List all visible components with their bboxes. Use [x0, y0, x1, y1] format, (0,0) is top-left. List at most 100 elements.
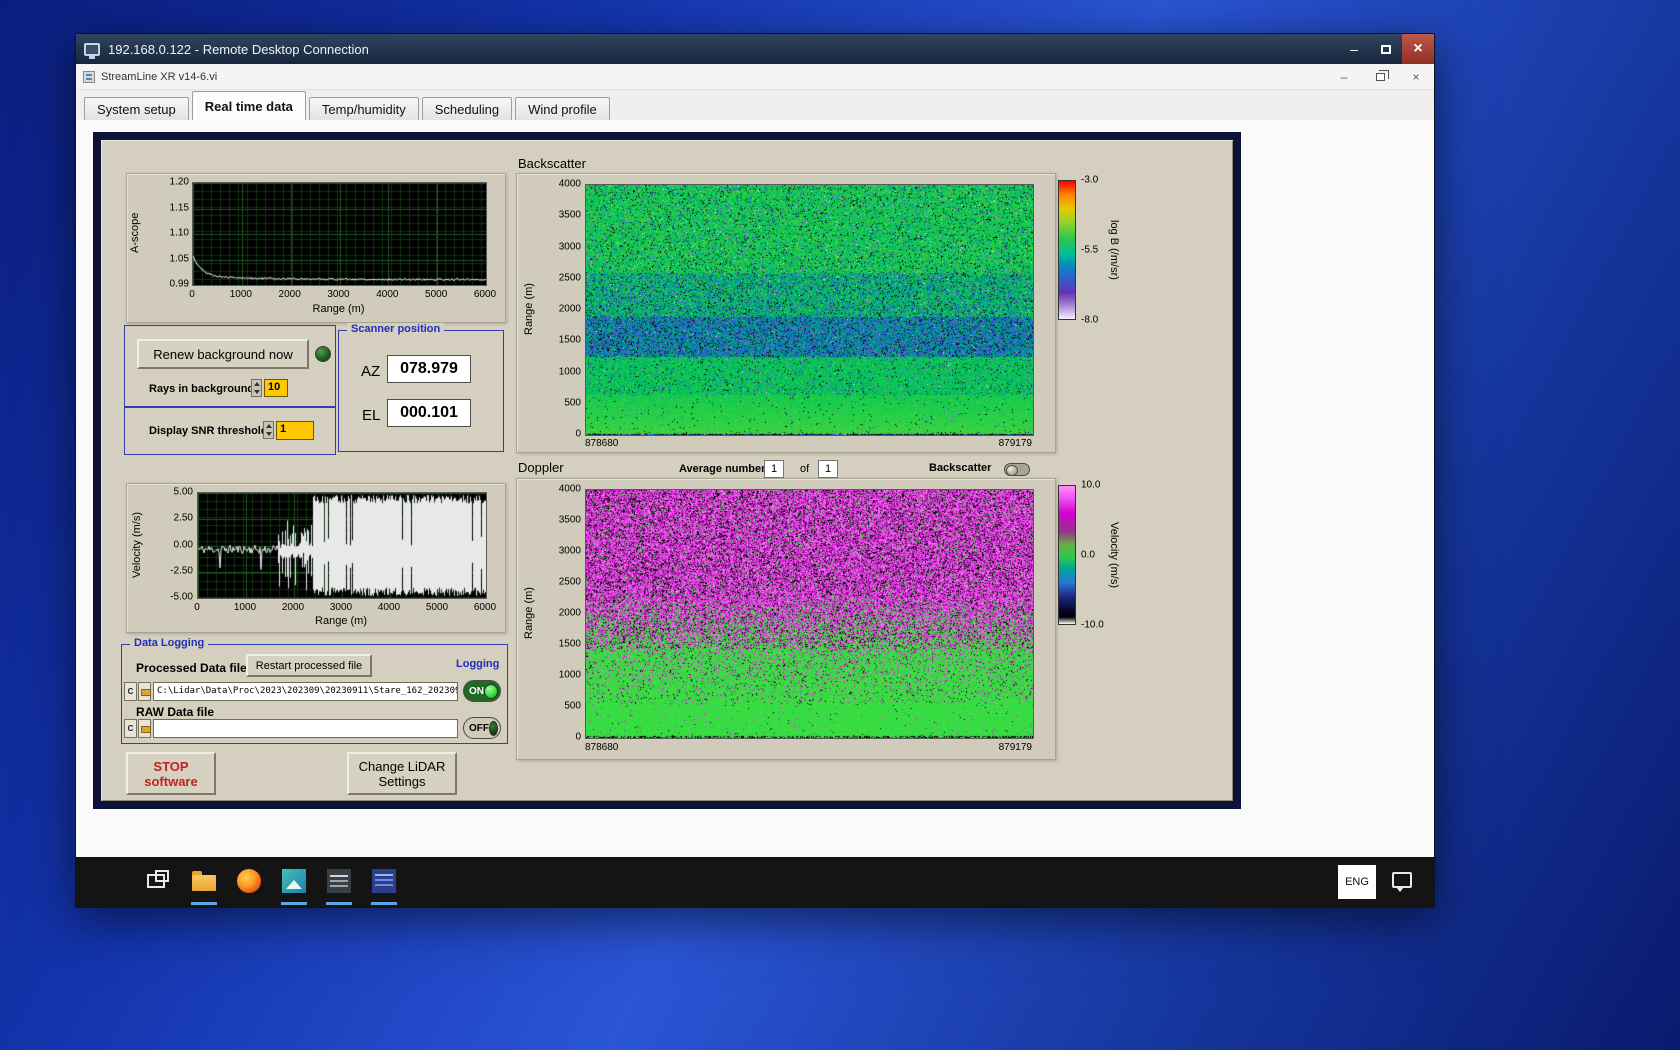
backscatter-heatmap-canvas [586, 185, 1033, 435]
rays-in-background-label: Rays in background [149, 383, 255, 395]
tick-label: 1500 [558, 638, 581, 650]
tab-temp-humidity[interactable]: Temp/humidity [308, 97, 419, 120]
el-value-field[interactable]: 000.101 [387, 399, 471, 427]
renew-background-button[interactable]: Renew background now [137, 339, 309, 369]
file-explorer-active-indicator [191, 902, 217, 905]
tick-label: 4000 [558, 483, 581, 495]
backscatter-y-ticks: 4000 3500 3000 2500 2000 1500 1000 500 0 [539, 179, 581, 440]
language-indicator[interactable]: ENG [1338, 865, 1376, 899]
rdp-maximize-button[interactable] [1370, 34, 1402, 64]
streamline-active-indicator [371, 902, 397, 905]
average-number-label: Average number [679, 463, 766, 475]
raw-path-field[interactable] [153, 719, 458, 738]
firefox-button[interactable] [235, 867, 263, 895]
tick-label: 500 [564, 700, 581, 712]
tick-label: -3.0 [1081, 174, 1099, 186]
tick-label: -5.00 [170, 591, 193, 603]
tick-label: 0.00 [173, 539, 193, 550]
velocity-y-ticks: 5.00 2.50 0.00 -2.50 -5.00 [147, 487, 193, 603]
streamline-app-button[interactable] [370, 867, 398, 895]
tab-real-time-data[interactable]: Real time data [191, 91, 306, 120]
stop-software-button[interactable]: STOP software [126, 752, 216, 795]
doppler-graph: Range (m) 4000 3500 3000 2500 2000 1500 1000 50… [516, 478, 1056, 760]
backscatter-section-title: Backscatter [518, 156, 586, 171]
average-number-field[interactable]: 1 [764, 460, 784, 478]
tab-system-setup[interactable]: System setup [84, 97, 189, 120]
change-line1: Change LiDAR [358, 758, 446, 774]
photos-app-button[interactable] [280, 867, 308, 895]
scan-scheduler-button[interactable] [325, 867, 353, 895]
average-count-field[interactable]: 1 [818, 460, 838, 478]
raw-logging-off-toggle[interactable]: OFF [463, 717, 501, 739]
tick-label: 1000 [558, 669, 581, 681]
task-view-icon [147, 870, 169, 888]
tick-label: 3000 [558, 545, 581, 557]
processed-drive-button[interactable]: C [124, 682, 137, 701]
tick-label: 0 [189, 289, 195, 300]
doppler-section-title: Doppler [518, 460, 564, 475]
tick-label: 2500 [558, 576, 581, 588]
snr-threshold-label: Display SNR threshold [149, 425, 268, 437]
tab-scheduling[interactable]: Scheduling [421, 97, 513, 120]
doppler-x-end: 879179 [998, 742, 1032, 753]
spin-down-icon [265, 432, 272, 436]
tick-label: 4000 [558, 178, 581, 190]
tick-label: 3000 [327, 289, 350, 300]
doppler-colorbar-wrap: 10.0 0.0 -10.0 Velocity (m/s) [1058, 480, 1128, 633]
tick-label: 2500 [558, 272, 581, 284]
tick-label: 2000 [281, 602, 305, 613]
tick-label: 5.00 [173, 486, 193, 498]
ascope-graph: A-scope 1.20 1.15 1.10 1.05 0.99 0 1000 2000 30… [126, 173, 506, 323]
of-label: of [800, 463, 810, 475]
az-value-field[interactable]: 078.979 [387, 355, 471, 383]
task-view-button[interactable] [142, 867, 170, 895]
tab-wind-profile[interactable]: Wind profile [515, 97, 610, 120]
backscatter-colorbar-wrap: -3.0 -5.5 -8.0 log B (/m/sr) [1058, 174, 1128, 328]
processed-data-file-label: Processed Data file [136, 661, 247, 675]
data-logging-title: Data Logging [130, 637, 209, 649]
app-minimize-button[interactable]: – [1326, 64, 1362, 89]
tick-label: 1000 [229, 289, 252, 300]
raw-browse-button[interactable] [138, 719, 151, 738]
scanner-position-box: Scanner position AZ 078.979 EL 000.101 [338, 323, 504, 452]
tick-label: 2.50 [173, 512, 193, 524]
velocity-graph: Velocity (m/s) 5.00 2.50 0.00 -2.50 -5.00 0 1… [126, 483, 506, 633]
app-restore-button[interactable] [1362, 64, 1398, 89]
change-lidar-settings-button[interactable]: Change LiDAR Settings [347, 752, 457, 795]
rays-spinner[interactable] [251, 379, 262, 397]
file-explorer-button[interactable] [190, 867, 218, 895]
notification-center-icon[interactable] [1392, 872, 1412, 892]
raw-drive-button[interactable]: C [124, 719, 137, 738]
tick-label: 2000 [558, 607, 581, 619]
front-panel: A-scope 1.20 1.15 1.10 1.05 0.99 0 1000 2000 30… [101, 140, 1233, 801]
tick-label: 1.05 [169, 253, 189, 264]
app-close-button[interactable]: × [1398, 64, 1434, 89]
tick-label: 3500 [558, 209, 581, 221]
doppler-heatmap-canvas [586, 490, 1033, 738]
rdp-close-button[interactable]: × [1402, 34, 1434, 64]
processed-logging-on-toggle[interactable]: ON [463, 680, 501, 702]
ascope-y-axis-title: A-scope [129, 212, 141, 254]
raw-data-file-label: RAW Data file [136, 705, 215, 719]
rays-value-field[interactable]: 10 [264, 379, 288, 397]
snr-value-field[interactable]: 1 [276, 421, 314, 440]
rdp-minimize-button[interactable]: – [1338, 34, 1370, 64]
app-titlebar[interactable]: StreamLine XR v14-6.vi – × [76, 64, 1434, 90]
rdp-titlebar[interactable]: 192.168.0.122 - Remote Desktop Connectio… [76, 34, 1434, 64]
tick-label: 5000 [425, 289, 448, 300]
taskbar: ENG [76, 857, 1434, 907]
tick-label: 1500 [558, 334, 581, 346]
processed-browse-button[interactable] [138, 682, 151, 701]
processed-path-field[interactable]: C:\Lidar\Data\Proc\2023\202309\20230911\… [153, 682, 458, 701]
tick-label: 4000 [376, 289, 399, 300]
restart-processed-file-button[interactable]: Restart processed file [246, 654, 372, 677]
backscatter-y-axis-title: Range (m) [523, 283, 535, 335]
stop-line2: software [144, 773, 198, 789]
tick-label: 0 [194, 602, 200, 613]
backscatter-doppler-toggle[interactable] [1004, 463, 1030, 476]
photos-active-indicator [281, 902, 307, 905]
tick-label: 3000 [329, 602, 353, 613]
snr-spinner[interactable] [263, 421, 274, 439]
ascope-x-axis-title: Range (m) [312, 303, 365, 315]
tick-label: -5.5 [1081, 244, 1099, 256]
